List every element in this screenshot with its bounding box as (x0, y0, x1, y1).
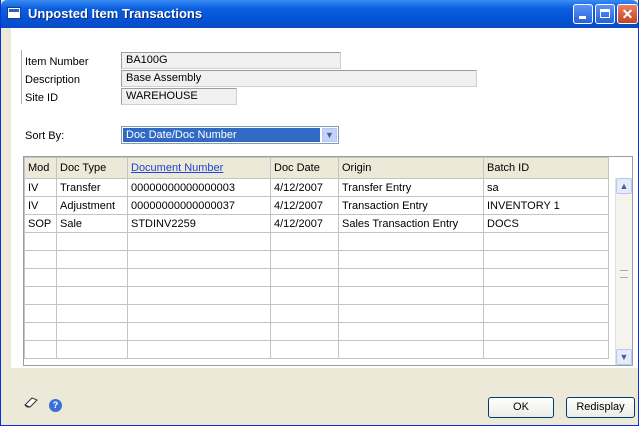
maximize-button[interactable] (595, 4, 615, 24)
sort-by-label: Sort By: (25, 130, 65, 142)
window-title: Unposted Item Transactions (28, 6, 203, 21)
scroll-up-icon[interactable]: ▲ (616, 178, 632, 194)
column-header-mod[interactable]: Mod (24, 157, 57, 179)
description-label: Description (25, 74, 81, 86)
empty-row[interactable] (24, 304, 609, 323)
table-row[interactable]: IV Adjustment 00000000000000037 4/12/200… (24, 196, 609, 215)
note-icon[interactable] (23, 396, 39, 408)
form-area: Item Number BA100G Description Base Asse… (11, 28, 638, 368)
cell-batch-id: INVENTORY 1 (483, 196, 609, 215)
scroll-grip[interactable] (620, 270, 628, 278)
transactions-grid[interactable]: Mod Doc Type Document Number Doc Date Or… (23, 156, 633, 366)
cell-doc-date: 4/12/2007 (270, 214, 339, 233)
table-row[interactable]: IV Transfer 00000000000000003 4/12/2007 … (24, 178, 609, 197)
cell-doc-date: 4/12/2007 (270, 196, 339, 215)
chevron-down-icon[interactable]: ▼ (322, 128, 337, 142)
cell-origin: Sales Transaction Entry (338, 214, 484, 233)
table-header-row: Mod Doc Type Document Number Doc Date Or… (24, 157, 609, 179)
cell-doc-type: Adjustment (56, 196, 128, 215)
redisplay-button[interactable]: Redisplay (566, 397, 635, 418)
site-id-label: Site ID (25, 92, 59, 104)
table-row[interactable]: SOP Sale STDINV2259 4/12/2007 Sales Tran… (24, 214, 609, 233)
column-header-batch-id[interactable]: Batch ID (483, 157, 609, 179)
cell-batch-id: sa (483, 178, 609, 197)
column-header-doc-type[interactable]: Doc Type (56, 157, 128, 179)
scroll-down-icon[interactable]: ▼ (616, 349, 632, 365)
cell-mod: IV (24, 196, 57, 215)
empty-row[interactable] (24, 340, 609, 359)
cell-document-number: STDINV2259 (127, 214, 271, 233)
empty-row[interactable] (24, 286, 609, 305)
minimize-button[interactable] (573, 4, 593, 24)
item-number-field[interactable]: BA100G (121, 52, 341, 69)
empty-row[interactable] (24, 250, 609, 269)
transactions-table: Mod Doc Type Document Number Doc Date Or… (24, 157, 609, 359)
cell-mod: IV (24, 178, 57, 197)
close-icon: ✕ (621, 6, 634, 22)
cell-doc-date: 4/12/2007 (270, 178, 339, 197)
empty-row[interactable] (24, 268, 609, 287)
title-bar: Unposted Item Transactions ✕ (1, 0, 638, 28)
help-icon[interactable]: ? (49, 399, 62, 412)
cell-origin: Transaction Entry (338, 196, 484, 215)
cell-origin: Transfer Entry (338, 178, 484, 197)
window-icon (7, 7, 21, 19)
cell-document-number: 00000000000000003 (127, 178, 271, 197)
column-header-document-number[interactable]: Document Number (127, 157, 271, 179)
vertical-scrollbar[interactable]: ▲ ▼ (615, 178, 632, 365)
maximize-icon (600, 9, 610, 18)
column-header-doc-date[interactable]: Doc Date (270, 157, 339, 179)
empty-row[interactable] (24, 322, 609, 341)
column-header-origin[interactable]: Origin (338, 157, 484, 179)
site-id-field[interactable]: WAREHOUSE (121, 88, 237, 105)
item-number-label: Item Number (25, 56, 89, 68)
cell-batch-id: DOCS (483, 214, 609, 233)
ok-button[interactable]: OK (488, 397, 554, 418)
description-field[interactable]: Base Assembly (121, 70, 477, 87)
close-button[interactable]: ✕ (617, 4, 638, 24)
cell-document-number: 00000000000000037 (127, 196, 271, 215)
empty-row[interactable] (24, 232, 609, 251)
cell-doc-type: Sale (56, 214, 128, 233)
sort-by-value: Doc Date/Doc Number (123, 128, 320, 142)
window: Unposted Item Transactions ✕ Item Number… (0, 0, 639, 426)
cell-mod: SOP (24, 214, 57, 233)
sort-by-select[interactable]: Doc Date/Doc Number ▼ (121, 126, 339, 144)
cell-doc-type: Transfer (56, 178, 128, 197)
minimize-icon (579, 16, 586, 19)
